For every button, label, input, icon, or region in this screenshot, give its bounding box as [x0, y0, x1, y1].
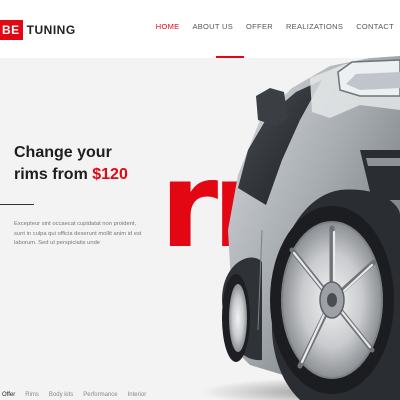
tab-performance[interactable]: Performance	[83, 392, 117, 398]
offer-tabs: Offer Rims Body kits Performance Interio…	[2, 392, 146, 398]
hero-paragraph: Excepteur sint occaecat cupidatat non pr…	[14, 221, 142, 246]
car-illustration	[200, 56, 400, 400]
tab-body-kits[interactable]: Body kits	[49, 392, 73, 398]
tab-rims[interactable]: Rims	[25, 392, 39, 398]
hero-headline: Change your rims from $120	[14, 142, 194, 186]
headline-line-1: Change your	[14, 144, 112, 161]
tab-offer[interactable]: Offer	[2, 392, 15, 398]
headline-line-2: rims from $120	[14, 164, 194, 186]
tab-interior[interactable]: Interior	[128, 392, 147, 398]
headline-prefix: rims from	[14, 166, 93, 183]
hero-divider	[0, 204, 34, 205]
headline-price: $120	[92, 166, 128, 183]
